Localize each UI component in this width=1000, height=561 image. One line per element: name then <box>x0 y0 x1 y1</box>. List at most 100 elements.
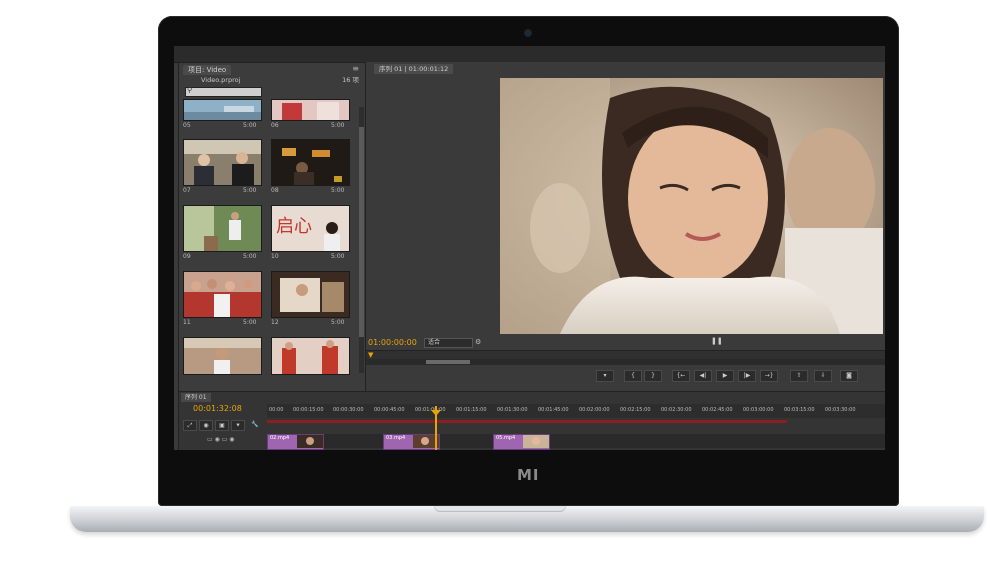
ruler-tick: 00:03:00:00 <box>743 407 774 413</box>
monitor-zoom-bar[interactable] <box>366 359 885 365</box>
clip-thumbnail <box>271 139 350 186</box>
ruler-tick: 00:01:45:00 <box>538 407 569 413</box>
laptop-screen: 项目: Video ≡ Video.prproj 16 项 ⚲ 05 5:00 … <box>174 46 885 450</box>
clip-duration: 5:00 <box>243 253 257 260</box>
clip-number: 09 <box>183 253 191 260</box>
clip-thumbnail <box>183 139 262 186</box>
clip-label: 02.mp4 <box>270 435 290 441</box>
ruler-tick: 00:03:30:00 <box>825 407 856 413</box>
ruler-tick: 00:02:45:00 <box>702 407 733 413</box>
clip-number: 11 <box>183 319 191 326</box>
clip-thumbnail <box>271 271 350 318</box>
video-track[interactable]: 02.mp4 03.mp4 05.mp4 <box>267 434 885 450</box>
monitor-settings-icon[interactable]: ⚙ <box>475 338 481 346</box>
clip-duration: 5:00 <box>331 319 345 326</box>
clip-thumbnail <box>271 337 350 375</box>
ruler-tick: 00:02:00:00 <box>579 407 610 413</box>
export-frame-button[interactable]: ◙ <box>840 370 858 382</box>
transport-controls: ▾ { } {← ◀| ▶ |▶ →} ⇧ ⇩ ◙ <box>366 369 885 383</box>
clip-number: 07 <box>183 187 191 194</box>
step-back-button[interactable]: ◀| <box>694 370 712 382</box>
extract-button[interactable]: ⇩ <box>814 370 832 382</box>
ruler-tick: 00:02:15:00 <box>620 407 651 413</box>
monitor-ruler[interactable]: ▼ <box>366 350 885 359</box>
timeline-tab[interactable]: 序列 01 <box>181 393 211 402</box>
timeline-clip[interactable]: 05.mp4 <box>493 434 550 450</box>
add-marker-button[interactable]: ▾ <box>596 370 614 382</box>
clip-duration: 5:00 <box>243 187 257 194</box>
work-area-bar[interactable] <box>267 420 787 423</box>
ruler-tick: 00:00:45:00 <box>374 407 405 413</box>
project-panel-tab[interactable]: 项目: Video <box>183 65 232 75</box>
ruler-tick: 00:00 <box>269 407 284 413</box>
monitor-tab[interactable]: 序列 01 | 01:00:01:12 <box>374 64 454 74</box>
project-panel: 项目: Video ≡ Video.prproj 16 项 ⚲ 05 5:00 … <box>178 62 369 403</box>
clip-label: 03.mp4 <box>386 435 406 441</box>
go-to-in-button[interactable]: {← <box>672 370 690 382</box>
svg-text:启心: 启心 <box>276 216 312 237</box>
video-preview <box>500 78 883 334</box>
search-input[interactable]: ⚲ <box>185 86 262 97</box>
item-count: 16 项 <box>342 76 359 84</box>
clip-thumbnail <box>183 99 262 121</box>
ruler-tick: 00:01:30:00 <box>497 407 528 413</box>
clip-thumbnail <box>271 99 350 121</box>
clip-duration: 5:00 <box>331 253 345 260</box>
ruler-tick: 00:03:15:00 <box>784 407 815 413</box>
snap-icon[interactable]: ⤢ <box>183 420 197 431</box>
marker-icon[interactable]: ⯆ <box>231 420 245 431</box>
play-button[interactable]: ▶ <box>716 370 734 382</box>
app-title-bar <box>174 46 885 63</box>
ruler-tick: 00:02:30:00 <box>661 407 692 413</box>
clip-thumbnail <box>183 205 262 252</box>
clip-number: 08 <box>271 187 279 194</box>
bin-name: Video.prproj <box>201 76 241 84</box>
clip-number: 12 <box>271 319 279 326</box>
clip-thumb <box>523 435 549 448</box>
clip-thumb <box>297 435 323 448</box>
search-icon: ⚲ <box>187 86 193 94</box>
wrench-icon[interactable]: 🔧 <box>249 420 261 429</box>
ruler-tick: 00:00:15:00 <box>293 407 324 413</box>
go-to-out-button[interactable]: →} <box>760 370 778 382</box>
mark-in-button[interactable]: { <box>624 370 642 382</box>
monitor-timecode[interactable]: 01:00:00:00 <box>368 338 417 347</box>
clip-number: 05 <box>183 122 191 129</box>
scroll-thumb[interactable] <box>359 127 364 337</box>
timeline-timecode[interactable]: 00:01:32:08 <box>193 404 242 413</box>
program-monitor: 序列 01 | 01:00:01:12 01:00:00:00 适合 ⚙ ❚❚ … <box>366 62 885 390</box>
timeline-clip[interactable]: 02.mp4 <box>267 434 324 450</box>
clip-duration: 5:00 <box>243 319 257 326</box>
timeline-panel: 序列 01 00:01:32:08 00:00 00:00:15:00 00:0… <box>178 391 885 450</box>
clip-thumbnail: 启心 <box>271 205 350 252</box>
clip-number: 06 <box>271 122 279 129</box>
playhead-marker-icon[interactable]: ▼ <box>368 351 373 359</box>
zoom-thumb[interactable] <box>426 360 470 364</box>
mark-out-button[interactable]: } <box>644 370 662 382</box>
clip-thumbnail <box>183 337 262 375</box>
brand-logo: MI <box>517 466 540 484</box>
timeline-clip[interactable]: 03.mp4 <box>383 434 440 450</box>
clip-duration: 5:00 <box>243 122 257 129</box>
timeline-ruler[interactable]: 00:00 00:00:15:00 00:00:30:00 00:00:45:0… <box>267 404 885 418</box>
lift-button[interactable]: ⇧ <box>790 370 808 382</box>
timeline-playhead[interactable] <box>435 406 437 450</box>
project-scrollbar[interactable] <box>359 107 364 373</box>
laptop-lid-notch <box>434 506 566 512</box>
bin-row: Video.prproj 16 项 <box>183 75 361 85</box>
clip-label: 05.mp4 <box>496 435 516 441</box>
fit-dropdown[interactable]: 适合 <box>424 338 473 348</box>
ruler-tick: 00:00:30:00 <box>333 407 364 413</box>
clip-duration: 5:00 <box>331 187 345 194</box>
add-marker-icon[interactable]: ▣ <box>215 420 229 431</box>
webcam-icon <box>525 30 531 36</box>
link-icon[interactable]: ◉ <box>199 420 213 431</box>
clip-number: 10 <box>271 253 279 260</box>
pause-indicator-icon: ❚❚ <box>711 337 723 345</box>
step-forward-button[interactable]: |▶ <box>738 370 756 382</box>
track-header: ▭ ◉ ▭ ◉ <box>207 436 235 443</box>
clip-duration: 5:00 <box>331 122 345 129</box>
clip-thumbnail <box>183 271 262 318</box>
panel-menu-icon[interactable]: ≡ <box>352 64 359 73</box>
ruler-tick: 00:01:15:00 <box>456 407 487 413</box>
